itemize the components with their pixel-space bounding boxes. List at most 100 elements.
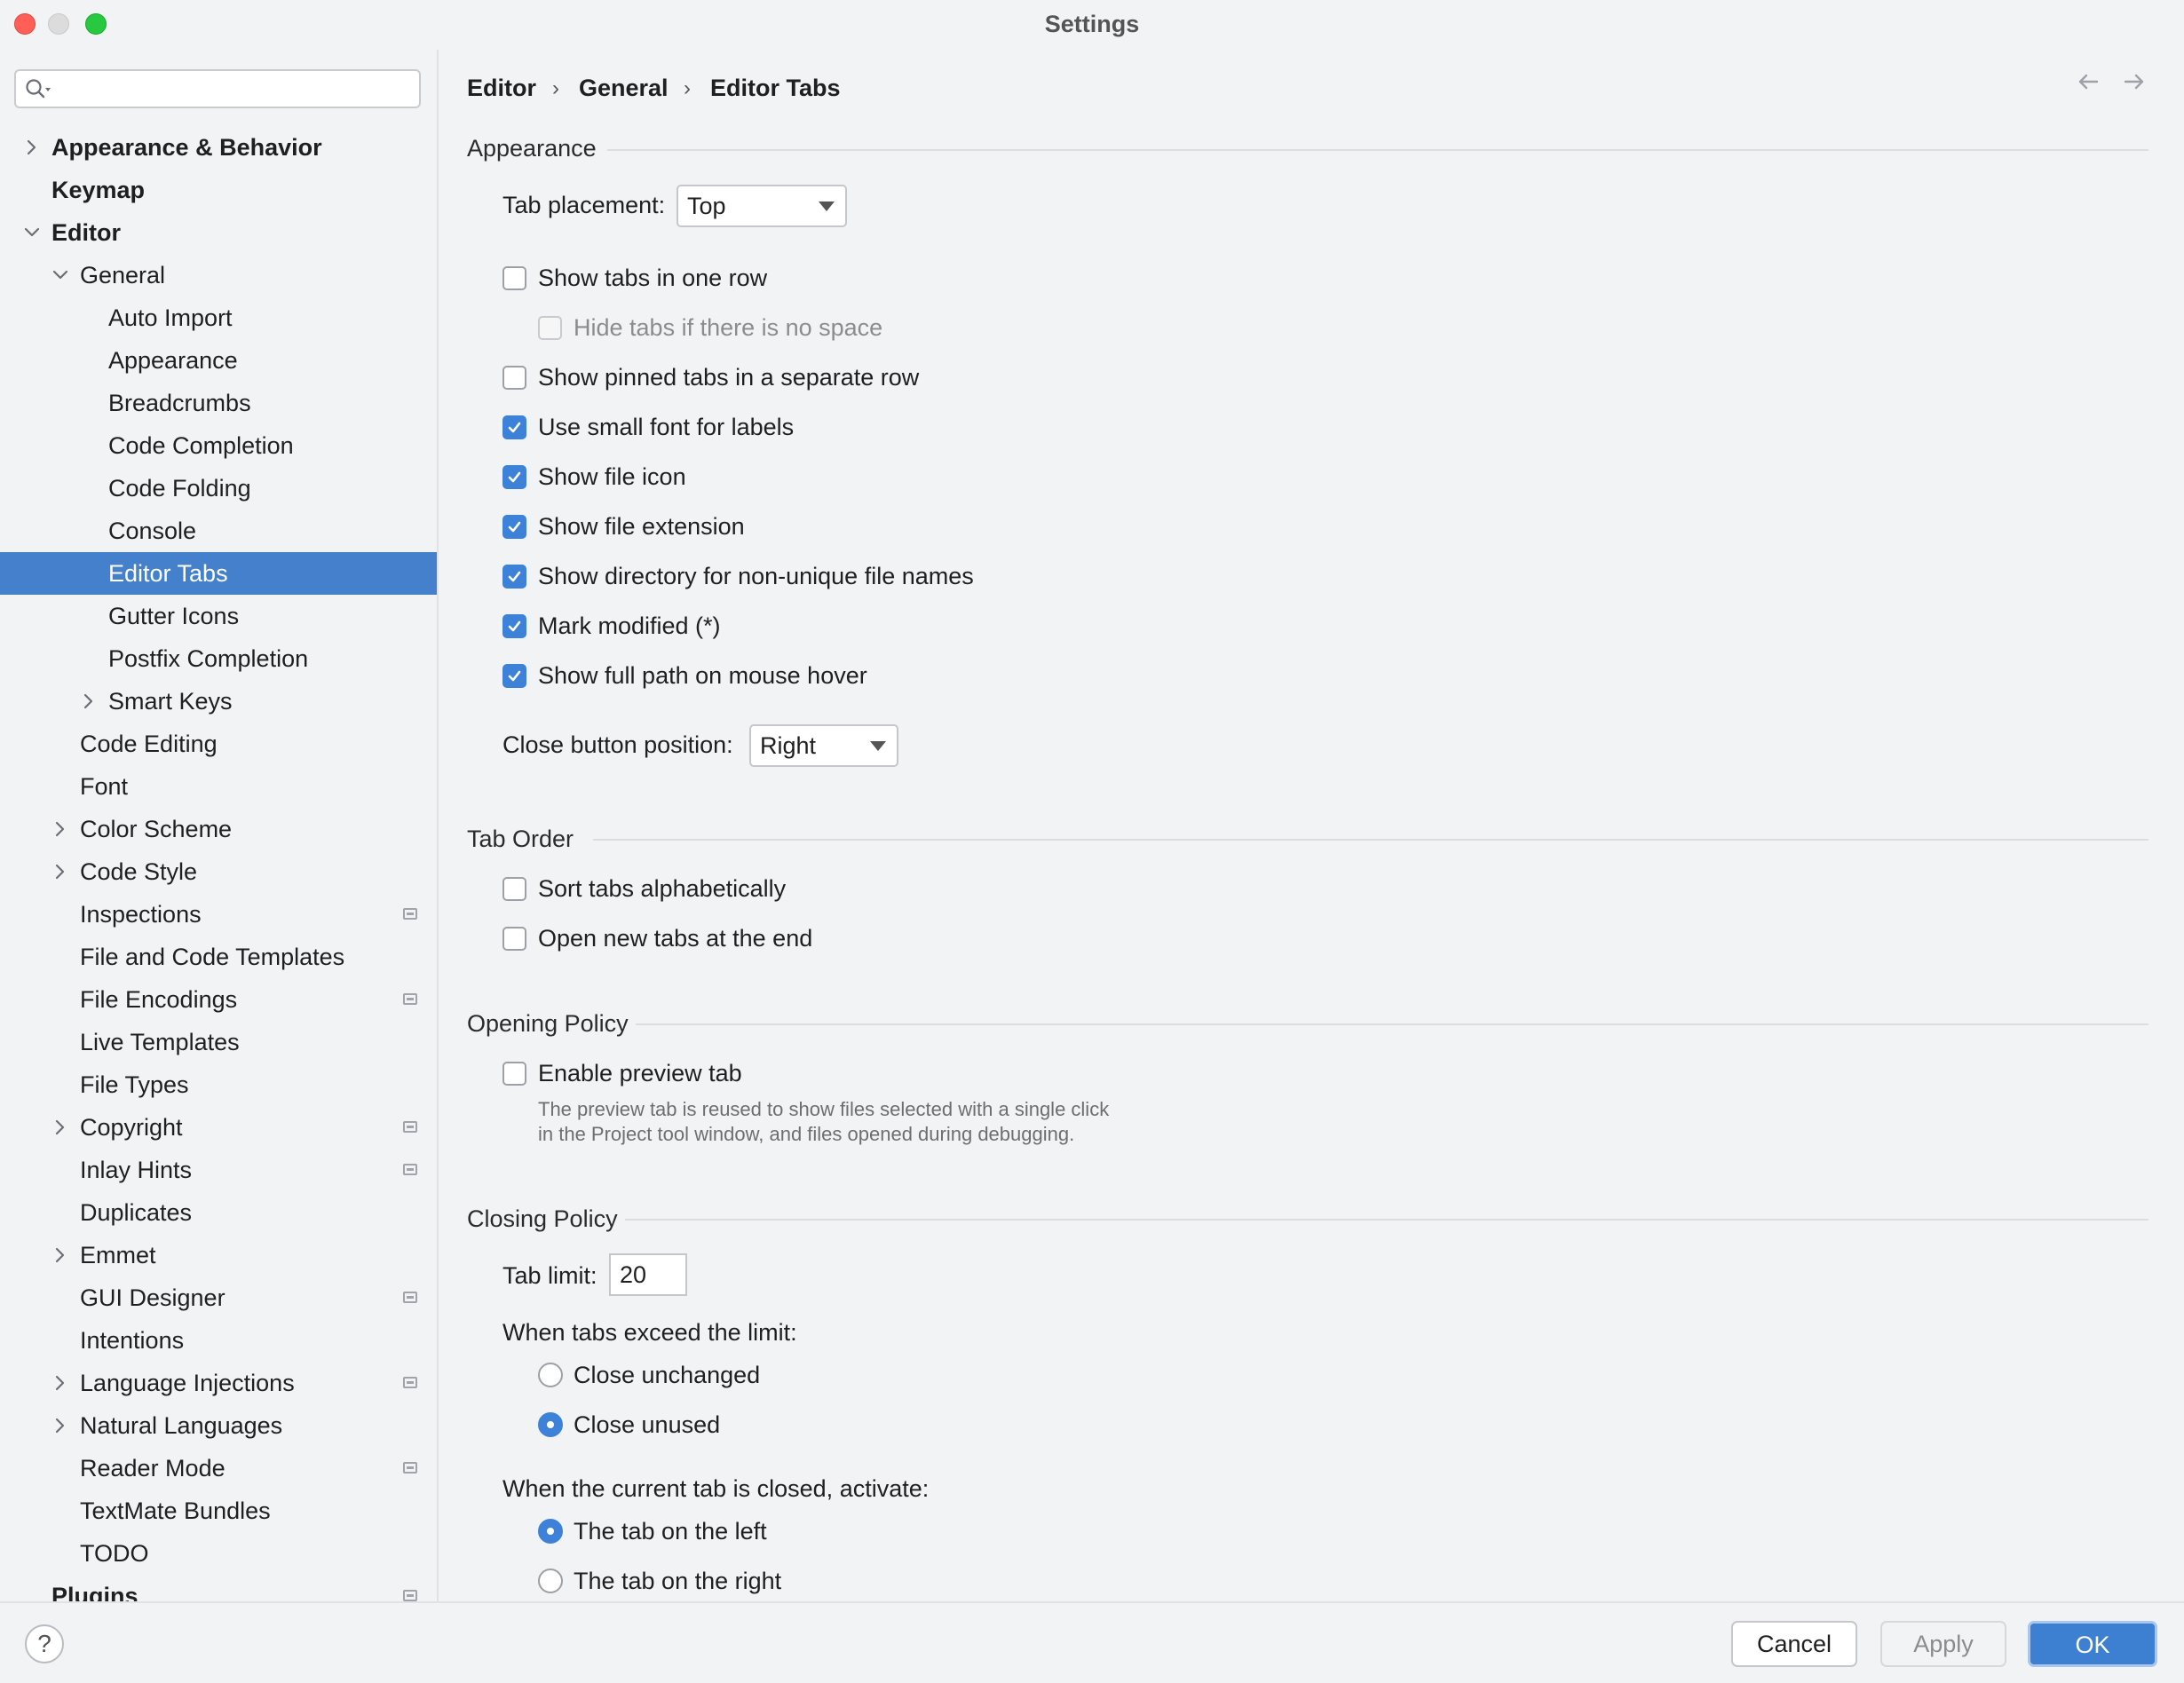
sidebar-item-reader-mode[interactable]: Reader Mode	[0, 1447, 437, 1489]
project-settings-icon	[403, 1164, 417, 1175]
sidebar-item-label: Keymap	[51, 177, 146, 203]
sidebar-item-inspections[interactable]: Inspections	[0, 893, 437, 936]
sidebar-item-console[interactable]: Console	[0, 510, 437, 552]
sidebar-item-breadcrumbs[interactable]: Breadcrumbs	[0, 382, 437, 424]
sidebar-item-code-completion[interactable]: Code Completion	[0, 424, 437, 467]
sidebar-item-label: Appearance	[108, 347, 238, 374]
cancel-button[interactable]: Cancel	[1731, 1621, 1857, 1667]
chevron-right-icon[interactable]	[21, 126, 43, 169]
sidebar-item-todo[interactable]: TODO	[0, 1532, 437, 1575]
sidebar-item-appearance[interactable]: Appearance	[0, 339, 437, 382]
project-settings-icon	[403, 1462, 417, 1474]
radio-selected[interactable]	[538, 1412, 563, 1437]
checkbox-label: Show directory for non-unique file names	[538, 563, 974, 589]
sidebar-item-label: Reader Mode	[80, 1455, 226, 1482]
checkbox-checked[interactable]	[502, 515, 526, 539]
checkbox-checked[interactable]	[502, 415, 526, 439]
sidebar-item-editor[interactable]: Editor	[0, 211, 437, 254]
sidebar-item-postfix-completion[interactable]: Postfix Completion	[0, 637, 437, 680]
radio-selected[interactable]	[538, 1519, 563, 1544]
checkbox-label: Hide tabs if there is no space	[574, 314, 883, 341]
sidebar-item-code-style[interactable]: Code Style	[0, 850, 437, 893]
sidebar-item-gui-designer[interactable]: GUI Designer	[0, 1276, 437, 1319]
sidebar-item-label: General	[80, 262, 166, 288]
chevron-right-icon[interactable]	[50, 1234, 71, 1276]
sidebar-item-label: Natural Languages	[80, 1412, 283, 1439]
chevron-right-icon[interactable]	[50, 850, 71, 893]
close-button-position-dropdown[interactable]: Right	[749, 724, 898, 767]
checkbox-label: Sort tabs alphabetically	[538, 875, 787, 902]
checkbox-checked[interactable]	[502, 664, 526, 688]
radio-label: The tab on the right	[574, 1568, 782, 1594]
checkbox-checked[interactable]	[502, 614, 526, 638]
dialog-footer: ? Cancel Apply OK	[0, 1601, 2184, 1683]
sidebar-item-copyright[interactable]: Copyright	[0, 1106, 437, 1149]
checkbox[interactable]	[502, 927, 526, 951]
ok-button[interactable]: OK	[2028, 1621, 2157, 1667]
sidebar-item-general[interactable]: General	[0, 254, 437, 296]
checkbox-checked[interactable]	[502, 465, 526, 489]
sidebar-item-label: Inspections	[80, 901, 202, 928]
checkbox[interactable]	[502, 877, 526, 901]
sidebar-item-intentions[interactable]: Intentions	[0, 1319, 437, 1362]
sidebar-item-language-injections[interactable]: Language Injections	[0, 1362, 437, 1404]
sidebar-item-duplicates[interactable]: Duplicates	[0, 1191, 437, 1234]
chevron-right-icon[interactable]	[78, 680, 99, 723]
help-button[interactable]: ?	[25, 1624, 64, 1663]
sidebar-item-emmet[interactable]: Emmet	[0, 1234, 437, 1276]
chevron-right-icon[interactable]	[50, 1362, 71, 1404]
chevron-down-icon[interactable]	[21, 211, 43, 254]
sidebar-item-keymap[interactable]: Keymap	[0, 169, 437, 211]
sidebar-item-code-folding[interactable]: Code Folding	[0, 467, 437, 510]
sidebar-item-natural-languages[interactable]: Natural Languages	[0, 1404, 437, 1447]
sidebar-item-plugins[interactable]: Plugins	[0, 1575, 437, 1601]
section-divider	[636, 1023, 2148, 1025]
breadcrumb-separator: ›	[684, 76, 691, 100]
sidebar-item-live-templates[interactable]: Live Templates	[0, 1021, 437, 1063]
sidebar-item-label: Smart Keys	[108, 688, 233, 715]
sidebar-item-editor-tabs[interactable]: Editor Tabs	[0, 552, 437, 595]
radio[interactable]	[538, 1568, 563, 1593]
sidebar-item-inlay-hints[interactable]: Inlay Hints	[0, 1149, 437, 1191]
section-title-appearance: Appearance	[467, 135, 597, 162]
chevron-right-icon[interactable]	[50, 808, 71, 850]
forward-arrow-icon[interactable]	[2120, 67, 2148, 100]
tab-limit-input[interactable]: 20	[609, 1253, 687, 1296]
checkbox-checked[interactable]	[502, 565, 526, 589]
chevron-right-icon[interactable]	[50, 1106, 71, 1149]
window-title: Settings	[1044, 11, 1140, 37]
chevron-down-icon[interactable]	[50, 254, 71, 296]
sidebar-item-color-scheme[interactable]: Color Scheme	[0, 808, 437, 850]
checkbox[interactable]	[502, 366, 526, 390]
chevron-right-icon[interactable]	[50, 1404, 71, 1447]
settings-content: Editor › General › Editor Tabs Appearanc…	[439, 50, 2184, 1601]
sidebar-item-smart-keys[interactable]: Smart Keys	[0, 680, 437, 723]
tab-placement-dropdown[interactable]: Top	[677, 185, 847, 227]
sidebar-item-label: Language Injections	[80, 1370, 295, 1396]
sidebar-item-code-editing[interactable]: Code Editing	[0, 723, 437, 765]
sidebar-item-auto-import[interactable]: Auto Import	[0, 296, 437, 339]
sidebar-item-file-and-code-templates[interactable]: File and Code Templates	[0, 936, 437, 978]
back-arrow-icon[interactable]	[2074, 67, 2102, 100]
checkbox	[538, 316, 562, 340]
sidebar-item-font[interactable]: Font	[0, 765, 437, 808]
apply-button[interactable]: Apply	[1880, 1621, 2006, 1667]
breadcrumb-item[interactable]: General	[579, 75, 669, 102]
sidebar-item-label: Appearance & Behavior	[51, 134, 322, 161]
sidebar-item-label: Emmet	[80, 1242, 156, 1268]
radio[interactable]	[538, 1363, 563, 1387]
sidebar-item-file-encodings[interactable]: File Encodings	[0, 978, 437, 1021]
settings-window: Settings Appearance & Behavior Keymap Edit…	[0, 0, 2184, 1683]
sidebar-item-textmate-bundles[interactable]: TextMate Bundles	[0, 1489, 437, 1532]
sidebar-item-label: Copyright	[80, 1114, 183, 1141]
checkbox-label: Use small font for labels	[538, 414, 795, 440]
sidebar-item-gutter-icons[interactable]: Gutter Icons	[0, 595, 437, 637]
sidebar-item-appearance-and-behavior[interactable]: Appearance & Behavior	[0, 126, 437, 169]
sidebar-item-file-types[interactable]: File Types	[0, 1063, 437, 1106]
checkbox[interactable]	[502, 1062, 526, 1086]
tab-placement-value: Top	[687, 193, 726, 219]
breadcrumb-item[interactable]: Editor	[467, 75, 536, 102]
project-settings-icon	[403, 1377, 417, 1388]
checkbox[interactable]	[502, 266, 526, 290]
search-input[interactable]	[14, 69, 421, 108]
